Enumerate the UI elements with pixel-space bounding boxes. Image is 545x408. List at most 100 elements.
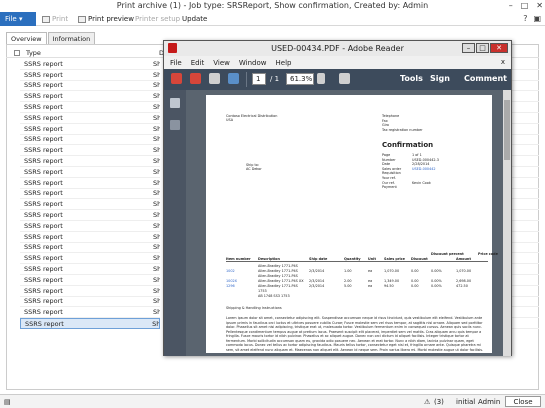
table-row[interactable]: SSRS report Sh <box>20 145 160 157</box>
document-viewport[interactable]: Contoso Electrical Distribution USA Tele… <box>186 90 504 356</box>
notification-count: (3) <box>434 398 444 406</box>
pdf-line-item: 1002X <box>226 279 237 283</box>
window-settings-icon[interactable]: ▣ <box>533 14 541 23</box>
table-row[interactable]: SSRS report Sh <box>20 135 160 146</box>
table-row[interactable]: SSRS report Sh <box>20 102 160 113</box>
row-type: SSRS report <box>24 157 63 166</box>
tab-information[interactable]: Information <box>47 32 96 44</box>
table-row[interactable]: SSRS report Sh <box>20 264 160 275</box>
row-description: Sh <box>153 178 160 187</box>
table-row[interactable]: SSRS report Sh <box>20 253 160 265</box>
table-row[interactable]: SSRS report Sh <box>20 167 160 178</box>
pdf-info-value: USED-000442-3 <box>412 157 439 162</box>
page-number-input[interactable]: 1 <box>252 73 266 85</box>
fit-page-icon[interactable] <box>339 73 350 84</box>
table-row[interactable]: SSRS report Sh <box>20 124 160 135</box>
grid-row-filler <box>510 286 539 297</box>
pdf-line-desc: Allen-Bradley 1771-P4S <box>258 284 298 288</box>
reader-menu-file[interactable]: File <box>170 59 182 67</box>
printer-setup-button[interactable]: Printer setup <box>135 15 180 23</box>
tools-link[interactable]: Tools <box>400 74 423 83</box>
table-row[interactable]: SSRS report Sh <box>20 113 160 124</box>
reader-maximize-button[interactable]: □ <box>476 43 489 53</box>
table-row[interactable]: SSRS report Sh <box>20 318 160 329</box>
table-row[interactable]: SSRS report Sh <box>20 243 160 254</box>
grid-row-filler <box>510 297 539 308</box>
pdf-line-amount: 472.50 <box>456 284 468 288</box>
window-titlebar: Print archive (1) - Job type: SRSReport,… <box>0 0 545 12</box>
pdf-line-price: 1,070.00 <box>384 269 400 273</box>
pdf-line-price: 94.50 <box>384 284 394 288</box>
reader-navigation-pane <box>164 90 186 356</box>
pdf-line-pct: 0.00% <box>431 269 442 273</box>
table-row[interactable]: SSRS report Sh <box>20 307 160 319</box>
row-type: SSRS report <box>24 286 63 295</box>
row-type: SSRS report <box>24 308 63 317</box>
create-pdf-icon[interactable] <box>171 73 182 84</box>
maximize-button[interactable]: □ <box>521 1 529 10</box>
email-icon[interactable] <box>228 73 239 84</box>
pdf-line-item: 1296 <box>226 284 235 288</box>
grid-row-filler <box>510 81 539 92</box>
table-row[interactable]: SSRS report Sh <box>20 210 160 221</box>
notification-icon[interactable]: ⚠ <box>424 398 430 406</box>
table-row[interactable]: SSRS report Sh <box>20 178 160 189</box>
page-thumbnails-icon[interactable] <box>170 98 180 108</box>
grid-row-filler <box>510 102 539 113</box>
update-button[interactable]: Update <box>182 15 207 23</box>
table-row[interactable]: SSRS report Sh <box>20 286 160 297</box>
table-row[interactable]: SSRS report Sh <box>20 156 160 167</box>
pdf-info-label: Requisition <box>382 171 401 176</box>
table-row[interactable]: SSRS report Sh <box>20 199 160 211</box>
select-all-checkbox[interactable] <box>14 49 20 56</box>
attachments-icon[interactable] <box>170 120 180 130</box>
comment-link[interactable]: Comment <box>464 74 507 83</box>
toolbar-right-icons: ? ▣ <box>523 14 541 23</box>
print-icon[interactable] <box>209 73 220 84</box>
print-button[interactable]: Print <box>42 15 68 23</box>
table-row[interactable]: SSRS report Sh <box>20 275 160 286</box>
reader-menu-view[interactable]: View <box>213 59 230 67</box>
pdf-info-value: 1 of 1 <box>412 153 422 157</box>
help-icon[interactable]: ? <box>523 14 527 23</box>
table-row[interactable]: SSRS report Sh <box>20 232 160 243</box>
row-type: SSRS report <box>24 211 63 220</box>
column-header-type[interactable]: Type <box>26 49 159 57</box>
table-row[interactable]: SSRS report Sh <box>20 297 160 308</box>
reader-close-button[interactable]: ✕ <box>490 43 508 53</box>
reader-vertical-scrollbar[interactable] <box>503 90 511 356</box>
file-menu-button[interactable]: File ▾ <box>0 12 36 26</box>
table-row[interactable]: SSRS report Sh <box>20 81 160 92</box>
grid-row-filler <box>510 167 539 178</box>
reader-minimize-button[interactable]: – <box>462 43 475 53</box>
table-row[interactable]: SSRS report Sh <box>20 91 160 103</box>
zoom-dropdown-icon[interactable] <box>317 73 325 84</box>
row-type: SSRS report <box>24 297 63 306</box>
close-button[interactable]: Close <box>505 396 541 407</box>
table-row[interactable]: SSRS report Sh <box>20 189 160 200</box>
zoom-select[interactable]: 61.3% <box>286 73 314 85</box>
print-preview-button[interactable]: Print preview <box>78 15 134 23</box>
grid-row-filler <box>510 232 539 243</box>
reader-menu-close[interactable]: x <box>501 58 505 66</box>
open-icon[interactable] <box>190 73 201 84</box>
reader-menu-edit[interactable]: Edit <box>191 59 205 67</box>
reader-menu-window[interactable]: Window <box>239 59 267 67</box>
pdf-line-desc: Allen-Bradley 1771-P4S XX <box>258 279 304 283</box>
pdf-country: USA <box>226 118 234 122</box>
tab-overview[interactable]: Overview <box>6 32 47 44</box>
grid-row-filler <box>510 135 539 146</box>
row-description: Sh <box>153 265 160 274</box>
table-row[interactable]: SSRS report Sh <box>20 70 160 81</box>
minimize-button[interactable]: – <box>509 1 513 10</box>
reader-scroll-thumb[interactable] <box>504 100 510 160</box>
printer-setup-label: Printer setup <box>135 15 181 23</box>
pdf-line-item: 1002 <box>226 269 235 273</box>
reader-menu-help[interactable]: Help <box>276 59 292 67</box>
table-row[interactable]: SSRS report Sh <box>20 221 160 232</box>
table-row[interactable]: SSRS report Sh <box>20 59 160 70</box>
sign-link[interactable]: Sign <box>430 74 450 83</box>
close-window-button[interactable]: ✕ <box>536 1 543 10</box>
grid-row-filler <box>510 243 539 254</box>
row-type: SSRS report <box>24 92 63 101</box>
